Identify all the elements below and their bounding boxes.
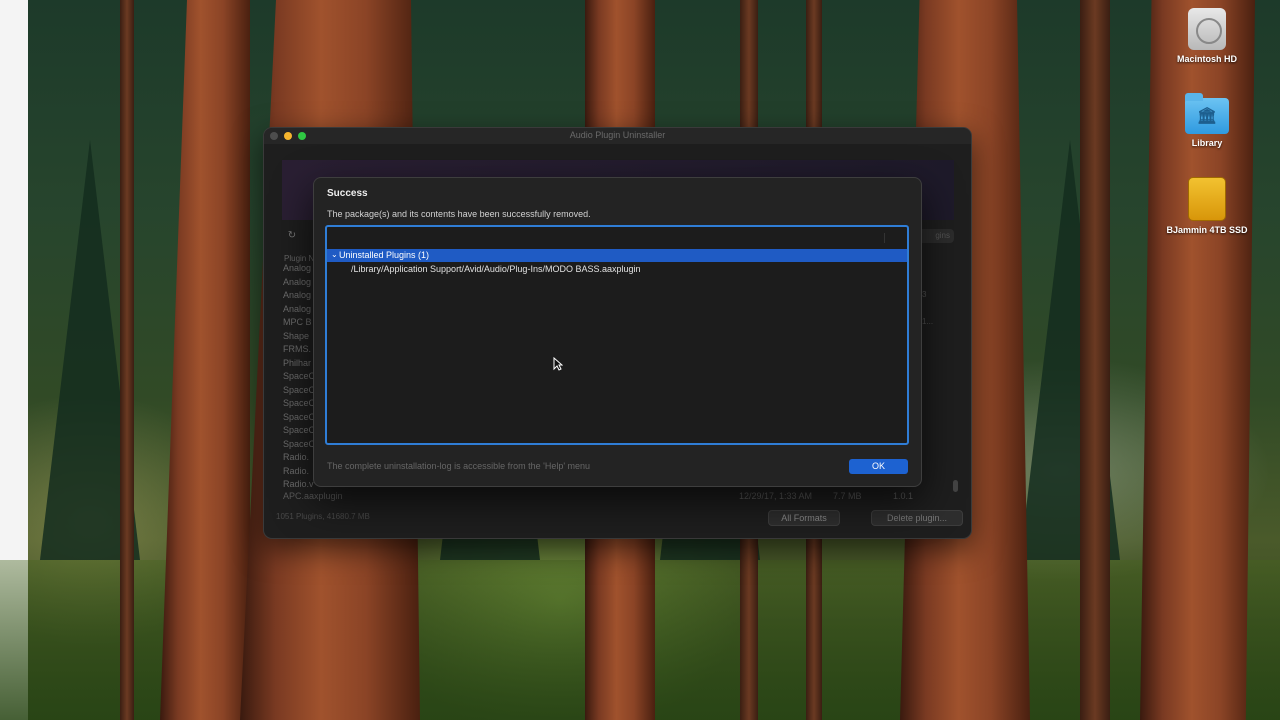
- desktop-icon-label: Library: [1191, 138, 1223, 148]
- external-drive-icon: [1188, 177, 1226, 221]
- list-cell: 1...: [922, 317, 934, 326]
- tree-trunk: [120, 0, 134, 720]
- success-dialog: Success The package(s) and its contents …: [313, 177, 922, 487]
- desktop-icon-macintosh-hd[interactable]: Macintosh HD: [1162, 8, 1252, 64]
- tree-group-label: Uninstalled Plugins (1): [339, 250, 430, 260]
- title-bar[interactable]: Audio Plugin Uninstaller: [264, 128, 971, 144]
- hard-drive-icon: [1188, 8, 1226, 50]
- dialog-message: The package(s) and its contents have bee…: [327, 209, 591, 219]
- date-cell: 12/29/17, 1:33 AM: [739, 491, 813, 501]
- window-title: Audio Plugin Uninstaller: [569, 130, 666, 140]
- tree-item[interactable]: /Library/Application Support/Avid/Audio/…: [351, 264, 641, 274]
- dialog-footer-note: The complete uninstallation-log is acces…: [327, 461, 591, 471]
- desktop-icon-library[interactable]: 🏛 Library: [1162, 93, 1252, 148]
- chevron-down-icon[interactable]: ⌄: [331, 250, 338, 259]
- refresh-icon[interactable]: ↻: [284, 230, 300, 244]
- list-cell: 3: [922, 290, 927, 299]
- tree-group-row[interactable]: ⌄ Uninstalled Plugins (1): [327, 249, 907, 262]
- tree-trunk: [160, 0, 250, 720]
- scrollbar[interactable]: [953, 480, 958, 492]
- format-filter-select[interactable]: All Formats: [768, 510, 840, 526]
- ok-button[interactable]: OK: [849, 459, 908, 474]
- plugin-count-status: 1051 Plugins, 41680.7 MB: [276, 512, 370, 521]
- version-cell: 1.0.1: [893, 491, 914, 501]
- tree-header: [327, 227, 907, 250]
- delete-plugin-button[interactable]: Delete plugin...: [871, 510, 963, 526]
- tree-trunk: [1080, 0, 1110, 720]
- dialog-title: Success: [327, 188, 368, 199]
- plugin-name-cell: APC.aaxplugin: [283, 491, 343, 501]
- size-cell: 7.7 MB: [833, 491, 862, 501]
- desktop-icon-label: Macintosh HD: [1176, 54, 1237, 64]
- desktop-icon-ssd[interactable]: BJammin 4TB SSD: [1162, 177, 1252, 235]
- desktop-icon-label: BJammin 4TB SSD: [1166, 225, 1248, 235]
- library-folder-icon: 🏛: [1185, 93, 1229, 134]
- uninstalled-tree-view[interactable]: ⌄ Uninstalled Plugins (1) /Library/Appli…: [325, 225, 909, 445]
